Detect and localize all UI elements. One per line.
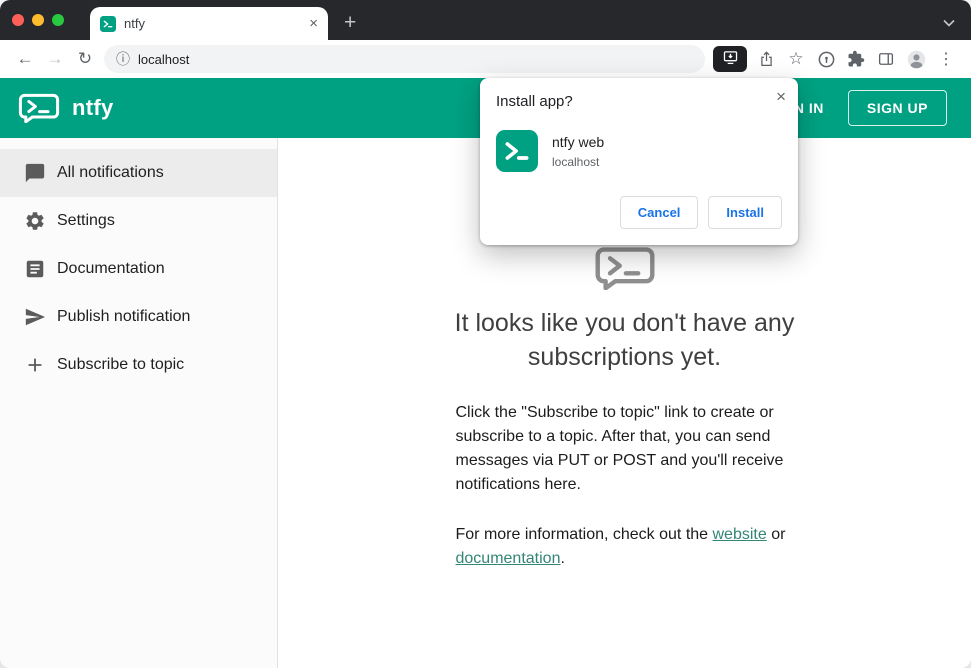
share-button[interactable]	[751, 44, 781, 74]
tab-title: ntfy	[124, 16, 145, 31]
empty-state-more: For more information, check out the webs…	[456, 523, 794, 571]
new-tab-button[interactable]: +	[344, 12, 356, 33]
dialog-actions: Cancel Install	[496, 196, 782, 229]
browser-menu-icon[interactable]: ⋮	[931, 44, 961, 74]
sidebar-item-label: Settings	[57, 212, 115, 229]
empty-state-title-line2: subscriptions yet.	[527, 342, 722, 371]
forward-button[interactable]: →	[40, 44, 70, 74]
site-info-icon[interactable]: ⓘ	[116, 49, 130, 69]
sidebar-item-all-notifications[interactable]: All notifications	[0, 149, 277, 197]
sidebar-item-publish-notification[interactable]: Publish notification	[0, 293, 277, 341]
sign-up-button[interactable]: SIGN UP	[847, 90, 947, 126]
side-panel-icon[interactable]	[871, 44, 901, 74]
app-title: ntfy	[72, 95, 114, 120]
close-window-button[interactable]	[12, 14, 24, 26]
empty-state-title-line1: It looks like you don't have any	[454, 309, 795, 337]
window-controls	[0, 0, 76, 40]
sidebar-item-label: Documentation	[57, 260, 165, 277]
cancel-button[interactable]: Cancel	[619, 196, 699, 229]
install-app-dialog: Install app? × ntfy web localhost Cancel…	[480, 78, 798, 245]
profile-avatar[interactable]	[901, 44, 931, 74]
chat-icon	[24, 162, 46, 184]
password-manager-extension-icon[interactable]	[811, 44, 841, 74]
dialog-app-name: ntfy web	[552, 133, 605, 150]
url-text: localhost	[138, 51, 190, 67]
more-info-middle: or	[766, 525, 786, 543]
bookmark-star-icon[interactable]: ☆	[781, 44, 811, 74]
empty-state-title: It looks like you don't have any subscri…	[365, 307, 885, 375]
browser-toolbar: ← → ↻ ⓘ localhost ☆ ⋮	[0, 40, 971, 78]
zoom-window-button[interactable]	[52, 14, 64, 26]
browser-tab-ntfy[interactable]: ntfy ×	[90, 7, 328, 40]
extensions-puzzle-icon[interactable]	[841, 44, 871, 74]
ntfy-terminal-icon	[594, 246, 656, 290]
browser-window: ntfy × + ← → ↻ ⓘ localhost ☆ ⋮ ntfy IN S…	[0, 0, 971, 668]
close-tab-icon[interactable]: ×	[309, 16, 318, 31]
install-button[interactable]: Install	[708, 196, 782, 229]
address-bar[interactable]: ⓘ localhost	[104, 45, 705, 73]
ntfy-logo-icon	[18, 93, 60, 123]
sidebar-item-settings[interactable]: Settings	[0, 197, 277, 245]
minimize-window-button[interactable]	[32, 14, 44, 26]
reload-button[interactable]: ↻	[70, 44, 100, 74]
more-info-suffix: .	[560, 549, 565, 567]
ntfy-favicon-icon	[100, 15, 116, 32]
dialog-title: Install app?	[496, 93, 573, 110]
tab-search-chevron-icon[interactable]	[943, 19, 955, 27]
sidebar-item-subscribe-to-topic[interactable]: Subscribe to topic	[0, 341, 277, 389]
sidebar: All notifications Settings Documentation…	[0, 138, 278, 668]
empty-state-body: Click the "Subscribe to topic" link to c…	[455, 403, 784, 493]
install-app-button[interactable]	[713, 46, 747, 72]
gear-icon	[24, 210, 46, 232]
tab-strip: ntfy × +	[0, 0, 971, 40]
install-app-icon	[722, 49, 739, 69]
more-info-prefix: For more information, check out the	[455, 525, 713, 543]
sidebar-item-label: Subscribe to topic	[57, 356, 185, 373]
website-link[interactable]: website	[713, 526, 767, 543]
sidebar-item-label: All notifications	[57, 164, 164, 181]
send-icon	[24, 306, 46, 328]
sidebar-item-label: Publish notification	[57, 308, 191, 325]
ntfy-app-icon	[496, 130, 538, 172]
dialog-app-info: ntfy web localhost	[552, 134, 604, 169]
documentation-link[interactable]: documentation	[456, 550, 561, 567]
book-icon	[24, 258, 46, 280]
plus-icon	[24, 354, 46, 376]
sidebar-item-documentation[interactable]: Documentation	[0, 245, 277, 293]
back-button[interactable]: ←	[10, 44, 40, 74]
dialog-app-origin: localhost	[552, 154, 600, 169]
dialog-app-row: ntfy web localhost	[496, 130, 782, 172]
share-icon	[760, 51, 772, 67]
close-dialog-icon[interactable]: ×	[776, 87, 786, 107]
